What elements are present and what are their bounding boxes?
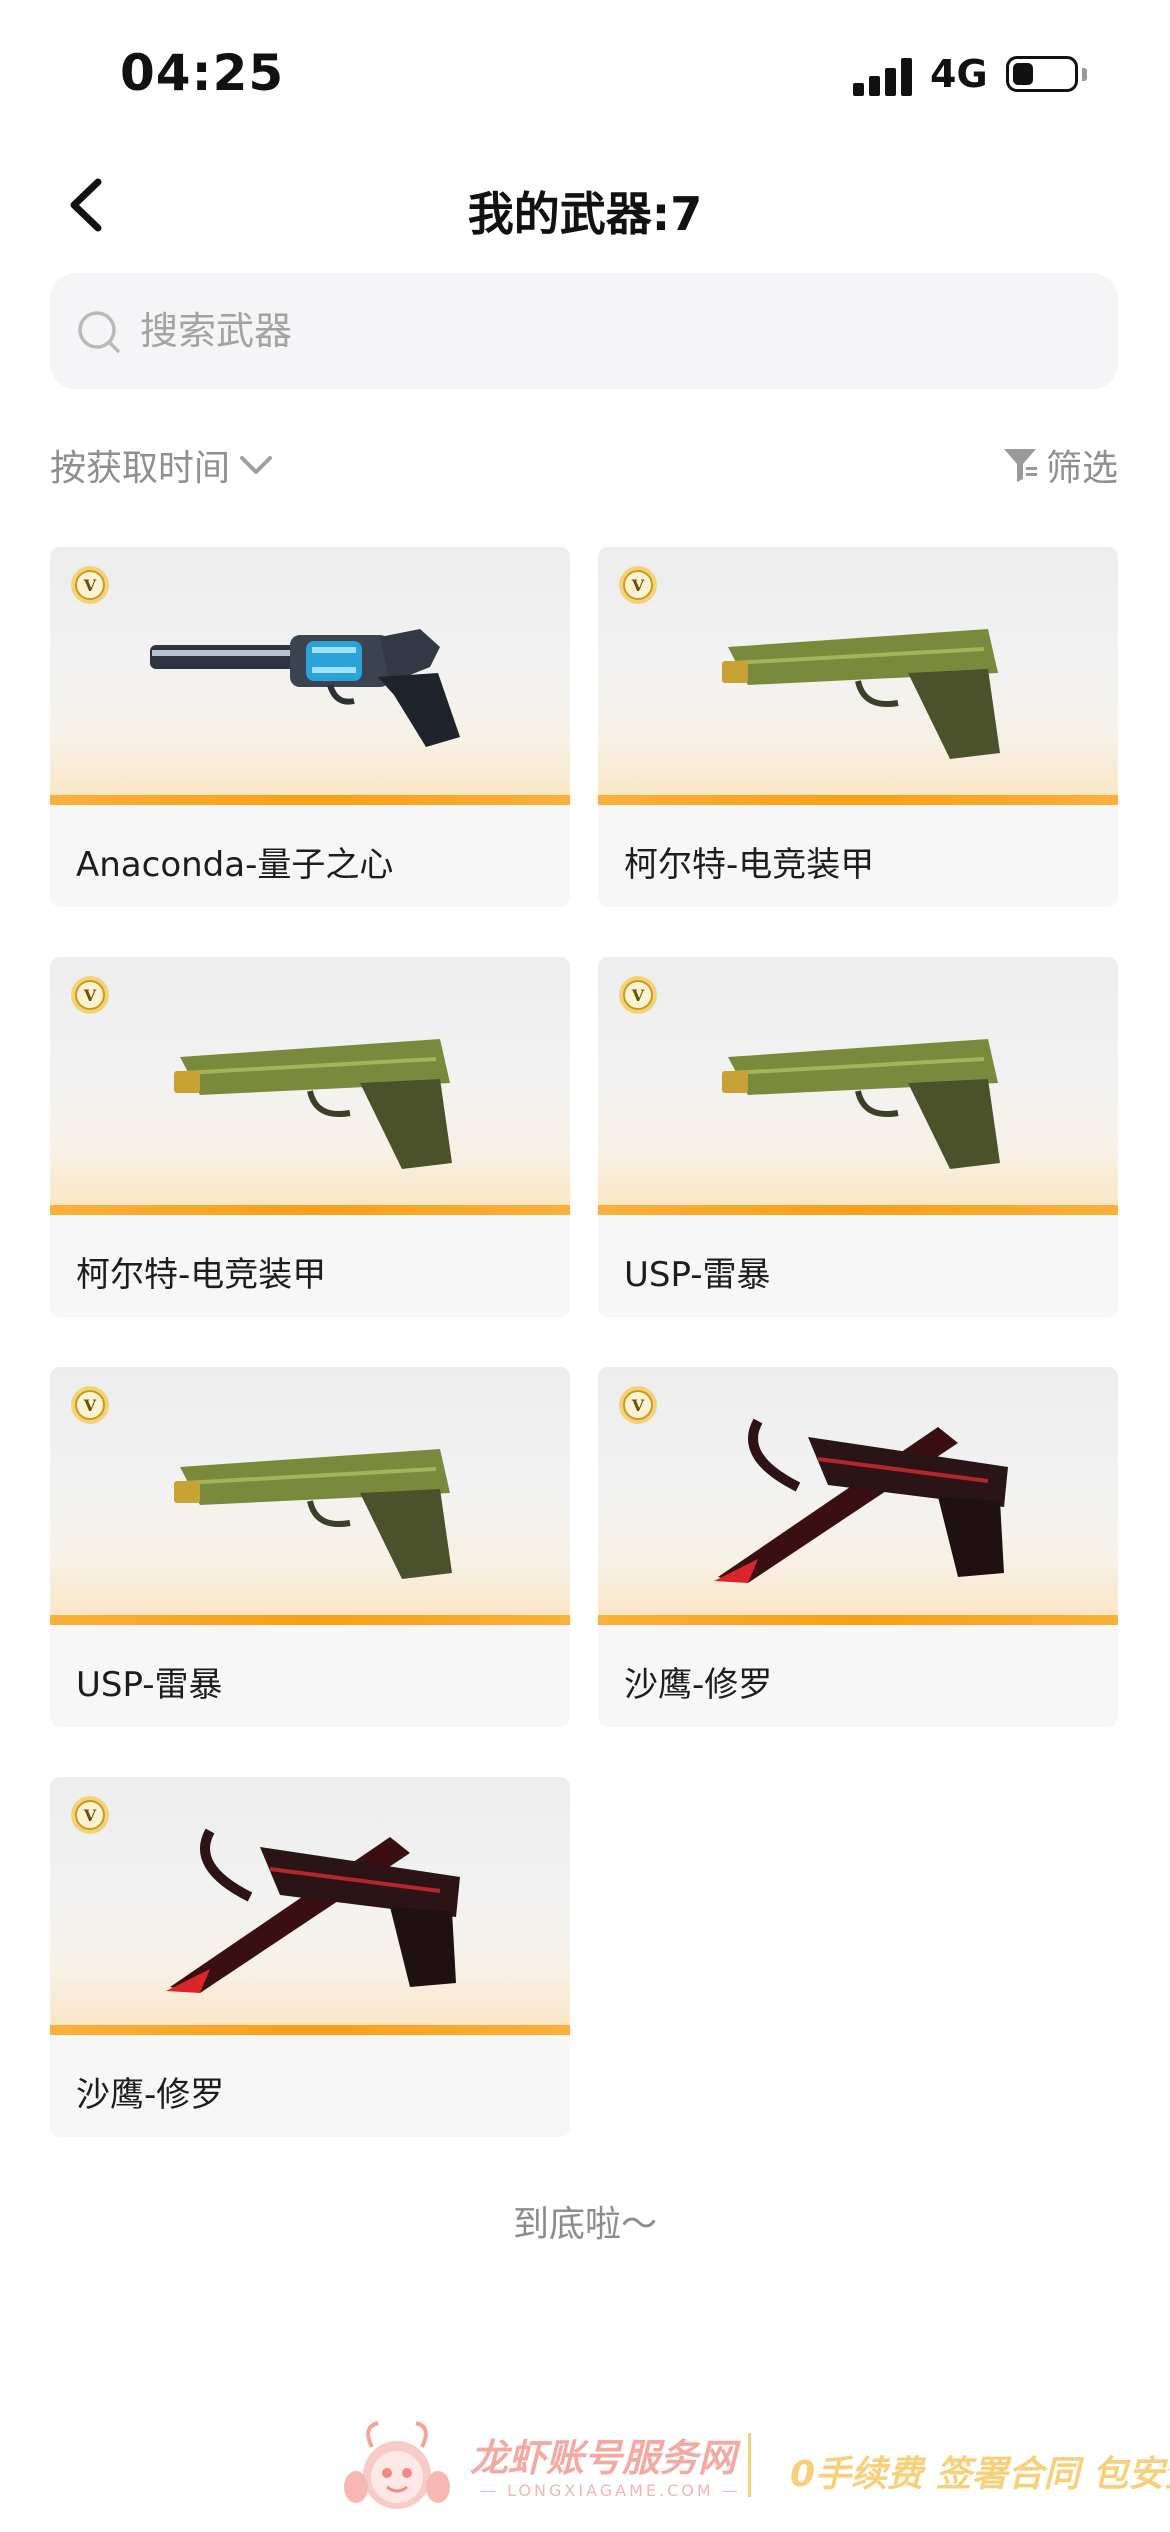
page-title: 我的武器:7 bbox=[467, 187, 703, 241]
weapon-image: V bbox=[50, 1777, 570, 2035]
vip-badge-icon: V bbox=[618, 565, 658, 605]
svg-text:V: V bbox=[83, 1396, 97, 1415]
svg-text:V: V bbox=[83, 986, 97, 1005]
brand-slogan: 0手续费 签署合同 包安全 bbox=[790, 2454, 1170, 2495]
pistol-icon bbox=[140, 987, 480, 1177]
footer-brand-banner: 龙虾账号服务网 — LONGXIAGAME.COM — 0手续费 签署合同 包安… bbox=[330, 2415, 1170, 2525]
vip-badge-icon: V bbox=[70, 975, 110, 1015]
weapon-image: V bbox=[598, 1367, 1118, 1625]
status-bar: 04:25 4G bbox=[0, 0, 1170, 150]
accent-stripe bbox=[50, 795, 570, 805]
battery-level bbox=[1013, 63, 1033, 85]
pistol-icon bbox=[140, 1397, 480, 1587]
brand-url: — LONGXIAGAME.COM — bbox=[480, 2481, 741, 2500]
filter-label: 筛选 bbox=[1045, 448, 1118, 489]
pistol-blade-icon bbox=[688, 1397, 1028, 1587]
weapon-image: V bbox=[598, 547, 1118, 805]
vip-badge-icon: V bbox=[618, 975, 658, 1015]
accent-stripe bbox=[50, 1205, 570, 1215]
weapon-card[interactable]: V 沙鹰-修罗 bbox=[598, 1367, 1118, 1727]
weapon-card[interactable]: V 柯尔特-电竞装甲 bbox=[50, 957, 570, 1317]
accent-stripe bbox=[598, 795, 1118, 805]
vip-badge-icon: V bbox=[618, 1385, 658, 1425]
weapon-name: USP-雷暴 bbox=[624, 1255, 771, 1295]
weapon-card[interactable]: V 沙鹰-修罗 bbox=[50, 1777, 570, 2137]
accent-stripe bbox=[598, 1615, 1118, 1625]
filter-button[interactable]: 筛选 bbox=[1002, 440, 1118, 490]
weapon-card[interactable]: V USP-雷暴 bbox=[50, 1367, 570, 1727]
battery-icon bbox=[1006, 56, 1078, 92]
signal-icon bbox=[853, 58, 913, 96]
weapon-image: V bbox=[50, 1367, 570, 1625]
end-of-list-text: 到底啦～ bbox=[512, 2204, 657, 2245]
lobster-mascot-logo bbox=[344, 2421, 450, 2509]
search-box[interactable] bbox=[50, 273, 1118, 389]
weapon-card[interactable]: V USP-雷暴 bbox=[598, 957, 1118, 1317]
weapon-card[interactable]: V Anaconda-量子之心 bbox=[50, 547, 570, 907]
weapon-image: V bbox=[598, 957, 1118, 1215]
weapon-name: 柯尔特-电竞装甲 bbox=[624, 845, 875, 885]
network-type: 4G bbox=[930, 52, 988, 96]
accent-stripe bbox=[50, 1615, 570, 1625]
weapon-card[interactable]: V 柯尔特-电竞装甲 bbox=[598, 547, 1118, 907]
weapon-name: 柯尔特-电竞装甲 bbox=[76, 1255, 327, 1295]
weapon-name: USP-雷暴 bbox=[76, 1665, 223, 1705]
svg-text:V: V bbox=[631, 1396, 645, 1415]
vip-badge-icon: V bbox=[70, 565, 110, 605]
vip-badge-icon: V bbox=[70, 1795, 110, 1835]
accent-stripe bbox=[50, 2025, 570, 2035]
search-icon bbox=[78, 311, 120, 353]
status-time: 04:25 bbox=[120, 44, 285, 102]
filter-icon bbox=[1003, 449, 1037, 482]
search-input[interactable] bbox=[128, 273, 1040, 389]
battery-tip bbox=[1082, 68, 1087, 81]
weapon-image: V bbox=[50, 957, 570, 1215]
pistol-icon bbox=[688, 577, 1028, 767]
svg-text:V: V bbox=[83, 576, 97, 595]
svg-text:V: V bbox=[83, 1806, 97, 1825]
sort-label: 按获取时间 bbox=[50, 448, 231, 489]
accent-stripe bbox=[598, 1205, 1118, 1215]
pistol-icon bbox=[688, 987, 1028, 1177]
vip-badge-icon: V bbox=[70, 1385, 110, 1425]
brand-divider bbox=[748, 2433, 751, 2497]
weapon-name: 沙鹰-修罗 bbox=[624, 1665, 773, 1705]
svg-text:V: V bbox=[631, 576, 645, 595]
revolver-icon bbox=[140, 577, 480, 767]
pistol-blade-icon bbox=[140, 1807, 480, 1997]
brand-name: 龙虾账号服务网 bbox=[470, 2436, 737, 2480]
weapon-name: Anaconda-量子之心 bbox=[76, 845, 394, 885]
sort-dropdown[interactable]: 按获取时间 bbox=[50, 440, 276, 490]
svg-text:V: V bbox=[631, 986, 645, 1005]
weapon-name: 沙鹰-修罗 bbox=[76, 2075, 225, 2115]
weapon-image: V bbox=[50, 547, 570, 805]
chevron-down-icon bbox=[240, 456, 273, 474]
